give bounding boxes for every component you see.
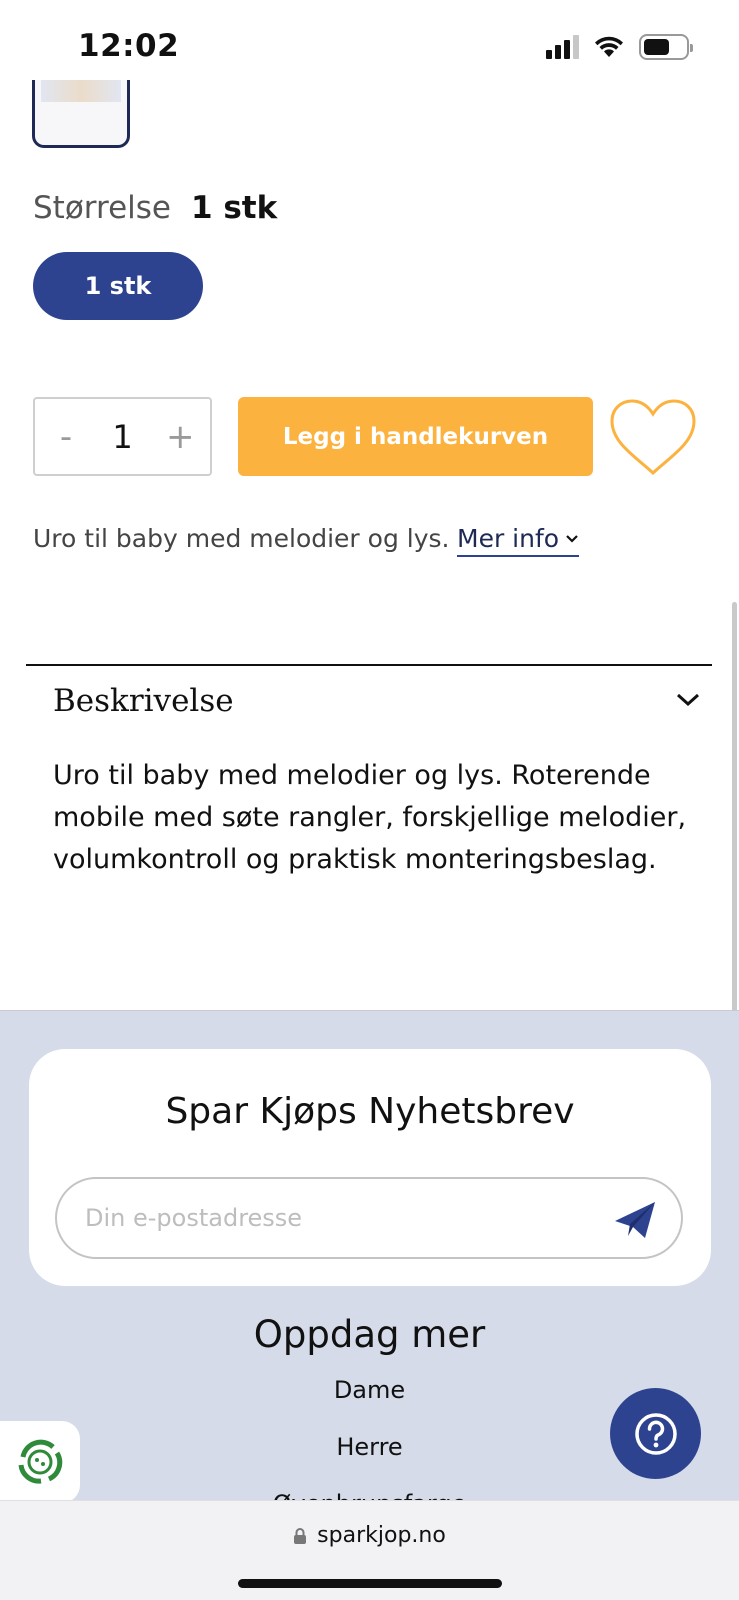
- status-time: 12:02: [78, 28, 180, 64]
- heart-icon[interactable]: [608, 397, 698, 479]
- cellular-signal-icon: [546, 35, 579, 59]
- newsletter-title: Spar Kjøps Nyhetsbrev: [165, 1091, 575, 1132]
- discover-title: Oppdag mer: [253, 1313, 486, 1356]
- lock-icon: [294, 1527, 307, 1544]
- battery-icon: [639, 34, 693, 60]
- more-info-label: Mer info: [457, 524, 560, 553]
- newsletter-form: [55, 1177, 683, 1259]
- product-thumbnail[interactable]: [32, 80, 130, 148]
- chevron-down-icon[interactable]: [675, 690, 701, 710]
- quantity-increase-button[interactable]: +: [166, 420, 195, 454]
- email-input[interactable]: [85, 1204, 565, 1232]
- quantity-decrease-button[interactable]: -: [53, 420, 79, 454]
- address-bar[interactable]: sparkjop.no: [0, 1523, 739, 1548]
- newsletter-card: Spar Kjøps Nyhetsbrev: [29, 1049, 711, 1286]
- question-icon: [634, 1412, 677, 1455]
- description-heading[interactable]: Beskrivelse: [53, 683, 234, 719]
- short-description: Uro til baby med melodier og lys.: [33, 524, 450, 553]
- recycle-icon: [18, 1439, 63, 1484]
- size-value: 1 stk: [190, 190, 278, 226]
- browser-bar: sparkjop.no: [0, 1500, 739, 1600]
- size-row: Størrelse 1 stk: [33, 190, 277, 226]
- size-label: Størrelse: [33, 190, 171, 226]
- home-indicator: [238, 1579, 502, 1588]
- add-to-cart-button[interactable]: Legg i handlekurven: [238, 397, 593, 476]
- divider: [26, 664, 712, 666]
- wifi-icon: [595, 36, 623, 57]
- chevron-down-icon: [566, 534, 578, 543]
- eco-badge[interactable]: [0, 1421, 80, 1503]
- quantity-stepper: - 1 +: [33, 397, 212, 476]
- help-button[interactable]: [610, 1388, 701, 1479]
- description-body: Uro til baby med melodier og lys. Rotere…: [53, 760, 687, 875]
- quantity-value[interactable]: 1: [112, 418, 132, 456]
- url-text: sparkjop.no: [317, 1523, 446, 1548]
- scrollbar[interactable]: [732, 602, 737, 1072]
- more-info-link[interactable]: Mer info: [457, 524, 580, 557]
- size-option-button[interactable]: 1 stk: [33, 252, 203, 320]
- status-icons: [546, 34, 693, 60]
- paper-plane-icon[interactable]: [613, 1199, 657, 1241]
